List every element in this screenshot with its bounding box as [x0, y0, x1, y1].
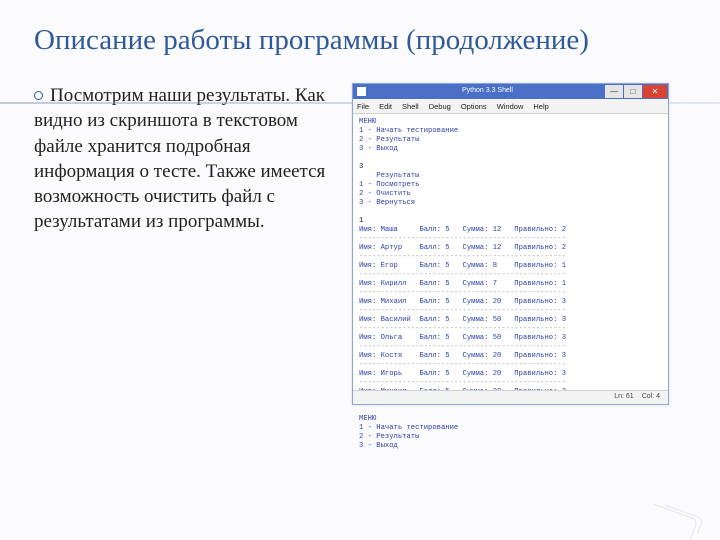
row-separator: ----------------------------------------… — [359, 253, 662, 262]
footer-header: МЕНЮ — [359, 415, 662, 424]
bullet-icon — [34, 91, 43, 100]
window-titlebar: Python 3.3 Shell — □ ✕ — [353, 84, 668, 99]
status-bar: Ln: 61 Col: 4 — [353, 390, 668, 404]
menu-help[interactable]: Help — [533, 102, 548, 111]
section-header: МЕНЮ — [359, 118, 662, 127]
blank — [359, 154, 662, 163]
row-separator: ----------------------------------------… — [359, 235, 662, 244]
result-row: Имя: Костя Балл: 5 Сумма: 20 Правильно: … — [359, 352, 662, 361]
blank — [359, 406, 662, 415]
body-text: Посмотрим наши результаты. Как видно из … — [34, 83, 334, 405]
menu-debug[interactable]: Debug — [429, 102, 451, 111]
result-row: Имя: Кирилл Балл: 5 Сумма: 7 Правильно: … — [359, 280, 662, 289]
result-row: Имя: Василий Балл: 5 Сумма: 50 Правильно… — [359, 316, 662, 325]
menu-options[interactable]: Options — [461, 102, 487, 111]
row-separator: ----------------------------------------… — [359, 289, 662, 298]
row-separator: ----------------------------------------… — [359, 379, 662, 388]
result-row: Имя: Ольга Балл: 5 Сумма: 50 Правильно: … — [359, 334, 662, 343]
minimize-button[interactable]: — — [605, 85, 623, 98]
corner-decoration — [642, 504, 702, 532]
sub-2: 2 - Очистить — [359, 190, 662, 199]
main-menu-2: 2 - Результаты — [359, 136, 662, 145]
sub-header: Результаты — [359, 172, 662, 181]
sub-1: 1 - Посмотреть — [359, 181, 662, 190]
menu-shell[interactable]: Shell — [402, 102, 419, 111]
sub-3: 3 - Вернуться — [359, 199, 662, 208]
result-row: Имя: Игорь Балл: 5 Сумма: 20 Правильно: … — [359, 370, 662, 379]
row-separator: ----------------------------------------… — [359, 271, 662, 280]
result-row: Имя: Михаил Балл: 5 Сумма: 20 Правильно:… — [359, 298, 662, 307]
close-button[interactable]: ✕ — [643, 85, 667, 98]
result-rows: Имя: Маша Балл: 5 Сумма: 12 Правильно: 2… — [359, 226, 662, 406]
body-paragraph: Посмотрим наши результаты. Как видно из … — [34, 85, 325, 231]
screenshot-window: Python 3.3 Shell — □ ✕ File Edit Shell D… — [352, 83, 669, 405]
footer-1: 1 - Начать тестирование — [359, 424, 662, 433]
row-separator: ----------------------------------------… — [359, 325, 662, 334]
footer-2: 2 - Результаты — [359, 433, 662, 442]
menu-edit[interactable]: Edit — [379, 102, 392, 111]
prompt-2: 1 — [359, 217, 662, 226]
row-separator: ----------------------------------------… — [359, 361, 662, 370]
result-row: Имя: Маша Балл: 5 Сумма: 12 Правильно: 2 — [359, 226, 662, 235]
slide-title: Описание работы программы (продолжение) — [34, 24, 686, 57]
row-separator: ----------------------------------------… — [359, 343, 662, 352]
result-row: Имя: Егор Балл: 5 Сумма: 8 Правильно: 1 — [359, 262, 662, 271]
prompt-1: 3 — [359, 163, 662, 172]
row-separator: ----------------------------------------… — [359, 307, 662, 316]
footer-3: 3 - Выход — [359, 442, 662, 451]
blank — [359, 208, 662, 217]
main-menu-1: 1 - Начать тестирование — [359, 127, 662, 136]
menu-bar: File Edit Shell Debug Options Window Hel… — [353, 99, 668, 114]
app-icon — [357, 87, 366, 96]
status-ln: Ln: 61 — [614, 393, 633, 402]
slide: Описание работы программы (продолжение) … — [0, 0, 720, 540]
window-title: Python 3.3 Shell — [370, 87, 605, 96]
menu-file[interactable]: File — [357, 102, 369, 111]
maximize-button[interactable]: □ — [624, 85, 642, 98]
status-col: Col: 4 — [642, 393, 660, 402]
menu-window[interactable]: Window — [497, 102, 524, 111]
content-row: Посмотрим наши результаты. Как видно из … — [34, 83, 686, 405]
main-menu-3: 3 - Выход — [359, 145, 662, 154]
result-row: Имя: Артур Балл: 5 Сумма: 12 Правильно: … — [359, 244, 662, 253]
